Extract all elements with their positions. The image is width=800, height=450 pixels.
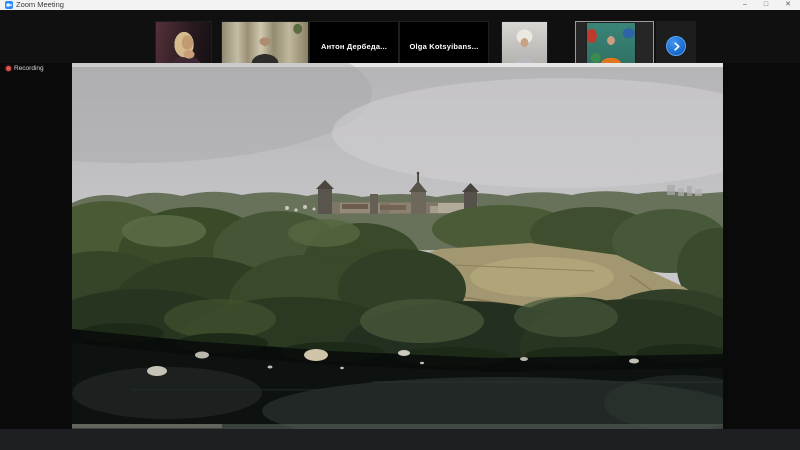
windows-taskbar: Введіть пошуковий запит тут 15°C Sunny [0, 429, 800, 450]
maximize-button[interactable]: □ [764, 0, 768, 10]
boulder [304, 349, 328, 361]
participant-name-label: Olga Kotsyibans... [409, 42, 479, 51]
boulder [147, 366, 167, 376]
titlebar-left: Zoom Meeting [5, 0, 64, 10]
recording-dot-icon [6, 66, 11, 71]
minimize-button[interactable]: – [743, 0, 747, 10]
zoom-window-titlebar: Zoom Meeting – □ ✕ [0, 0, 800, 10]
chevron-right-icon [673, 41, 680, 51]
close-button[interactable]: ✕ [785, 0, 791, 10]
boulder [398, 350, 410, 356]
participants-strip: Антон Дербеда... Olga Kotsyibans... [0, 10, 800, 72]
window-controls: – □ ✕ [743, 0, 795, 10]
next-participants-button[interactable] [666, 36, 686, 56]
boulder [629, 358, 639, 364]
landscape-photo [72, 63, 723, 429]
boulder [520, 357, 528, 361]
screen: Zoom Meeting – □ ✕ Антон Дербеда... Olga… [0, 0, 800, 450]
window-title: Zoom Meeting [16, 0, 64, 9]
recording-label: Recording [14, 65, 44, 72]
boulder [195, 351, 209, 359]
participant-name-label: Антон Дербеда... [320, 42, 388, 51]
recording-indicator: Recording [6, 65, 44, 72]
shared-screen-video [72, 63, 723, 429]
zoom-app-icon [5, 1, 13, 9]
